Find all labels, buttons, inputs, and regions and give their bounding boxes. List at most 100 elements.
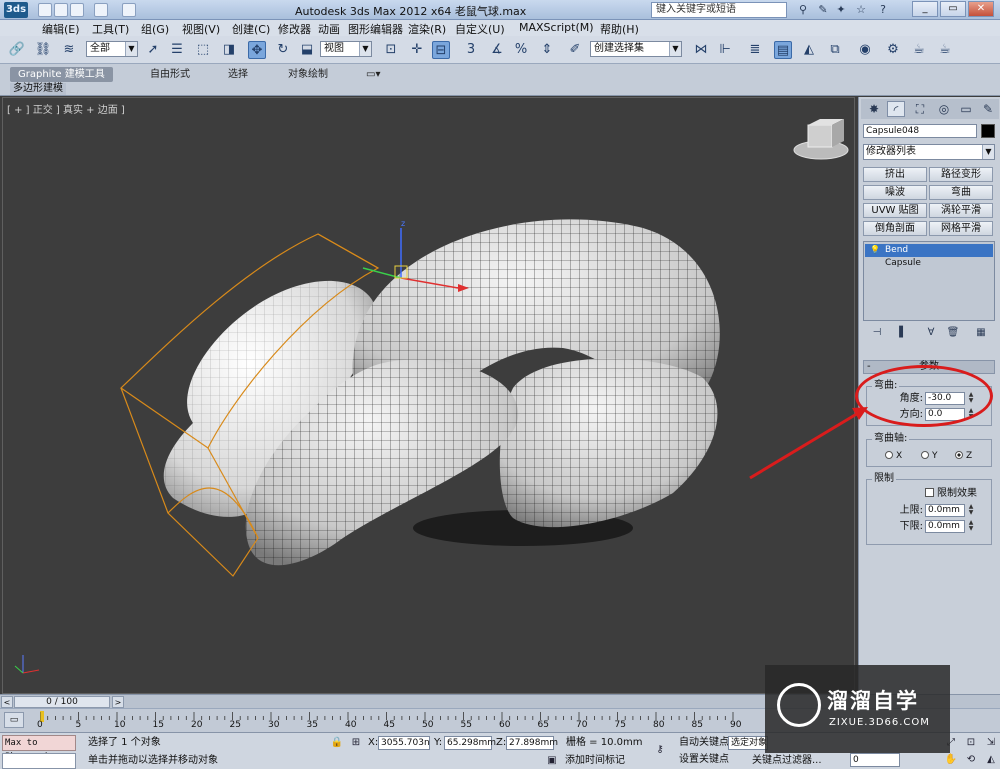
align-icon[interactable]: ⊩: [716, 41, 734, 59]
set-key-icon[interactable]: ⚷: [650, 743, 670, 757]
current-frame-field[interactable]: 0: [850, 753, 900, 767]
pan-icon[interactable]: ✋: [944, 753, 958, 767]
viewcube-icon[interactable]: [793, 119, 849, 160]
menu-create[interactable]: 创建(C): [232, 21, 270, 37]
add-time-tag[interactable]: 添加时间标记: [565, 754, 625, 768]
meshsmooth-button[interactable]: 网格平滑: [929, 221, 993, 236]
render-setup-icon[interactable]: ⚙: [884, 41, 902, 59]
selected-object-dropdown[interactable]: 选定对象: [728, 736, 768, 750]
auto-key-button[interactable]: 自动关键点: [676, 735, 732, 750]
menu-group[interactable]: 组(G): [141, 21, 169, 37]
menu-edit[interactable]: 编辑(E): [42, 21, 80, 37]
tab-graphite-modeling[interactable]: Graphite 建模工具: [10, 67, 113, 82]
perspective-viewport[interactable]: [ + ] 正交 ] 真实 + 边面 ] z: [2, 97, 855, 694]
binoculars-icon[interactable]: ⚲: [795, 2, 811, 18]
menu-views[interactable]: 视图(V): [182, 21, 220, 37]
edit-named-selection-icon[interactable]: ✐: [566, 41, 584, 59]
star-icon[interactable]: ☆: [853, 2, 869, 18]
display-tab-icon[interactable]: ▭: [957, 101, 975, 117]
lower-limit-spinner-arrows[interactable]: ▲ ▼: [967, 520, 975, 533]
rect-selection-icon[interactable]: ⬚: [194, 41, 212, 59]
tab-freeform[interactable]: 自由形式: [142, 67, 198, 82]
menu-help[interactable]: 帮助(H): [600, 21, 639, 37]
y-coordinate-field[interactable]: 65.298mm: [444, 736, 496, 750]
help-icon[interactable]: ?: [875, 2, 891, 18]
angle-snap-icon[interactable]: ∡: [488, 41, 506, 59]
right-capsule[interactable]: [499, 358, 718, 528]
object-name-field[interactable]: Capsule048: [863, 124, 977, 138]
turbosmooth-button[interactable]: 涡轮平滑: [929, 203, 993, 218]
hierarchy-tab-icon[interactable]: ⛶: [911, 101, 929, 117]
minimize-button[interactable]: _: [912, 1, 938, 17]
lock-selection-icon[interactable]: 🔒: [330, 736, 344, 750]
maximize-viewport-icon[interactable]: ⇲: [984, 736, 998, 750]
tab-object-paint[interactable]: 对象绘制: [280, 67, 336, 82]
maximize-button[interactable]: ▭: [940, 1, 966, 17]
select-scale-icon[interactable]: ⬓: [298, 41, 316, 59]
stack-item-capsule[interactable]: Capsule: [865, 257, 993, 270]
upper-limit-spinner-arrows[interactable]: ▲ ▼: [967, 504, 975, 517]
extrude-button[interactable]: 挤出: [863, 167, 927, 182]
tools-icon[interactable]: ✎: [815, 2, 831, 18]
app-logo-icon[interactable]: 3ds: [4, 2, 28, 18]
axis-y-radio[interactable]: Y: [921, 450, 938, 462]
set-key-button[interactable]: 设置关键点: [676, 752, 732, 767]
search-input[interactable]: 键入关键字或短语: [651, 2, 787, 18]
tab-selection[interactable]: 选择: [220, 67, 256, 82]
lower-limit-input[interactable]: 0.0mm: [925, 520, 965, 533]
menu-rendering[interactable]: 渲染(R): [408, 21, 446, 37]
window-crossing-icon[interactable]: ◨: [220, 41, 238, 59]
bend-button[interactable]: 弯曲: [929, 185, 993, 200]
selection-filter-dropdown[interactable]: 全部 ▼: [86, 41, 138, 57]
next-frame-button[interactable]: >: [112, 696, 124, 708]
maxscript-listener[interactable]: Max to Physcs (: [2, 735, 76, 762]
axis-x-radio[interactable]: X: [885, 450, 902, 462]
save-file-icon[interactable]: [70, 3, 84, 17]
mirror-icon[interactable]: ⋈: [692, 41, 710, 59]
field-of-view-icon[interactable]: ◭: [984, 753, 998, 767]
ribbon-panel-polygon-modeling[interactable]: 多边形建模: [10, 83, 66, 95]
z-coordinate-field[interactable]: 27.898mm: [506, 736, 558, 750]
bevel-profile-button[interactable]: 倒角剖面: [863, 221, 927, 236]
keyboard-shortcut-override-icon[interactable]: ⊟: [432, 41, 450, 59]
noise-button[interactable]: 噪波: [863, 185, 927, 200]
upper-limit-input[interactable]: 0.0mm: [925, 504, 965, 517]
path-deform-button[interactable]: 路径变形: [929, 167, 993, 182]
time-slider-thumb[interactable]: 0 / 100: [14, 696, 110, 708]
graphite-toggle-icon[interactable]: ▤: [774, 41, 792, 59]
modifier-list-dropdown[interactable]: 修改器列表 ▼: [863, 144, 995, 160]
link-icon[interactable]: 🔗: [8, 41, 26, 59]
uvw-map-button[interactable]: UVW 贴图: [863, 203, 927, 218]
schematic-view-icon[interactable]: ⧉: [826, 41, 844, 59]
menu-maxscript[interactable]: MAXScript(M): [519, 21, 594, 34]
maxscript-output[interactable]: [2, 753, 76, 769]
pin-stack-icon[interactable]: ⊣: [869, 325, 885, 341]
key-filters-button[interactable]: 关键点过滤器...: [752, 754, 822, 768]
menu-customize[interactable]: 自定义(U): [455, 21, 505, 37]
lightbulb-icon[interactable]: 💡: [870, 245, 880, 254]
undo-icon[interactable]: [94, 3, 108, 17]
orbit-icon[interactable]: ⟲: [964, 753, 978, 767]
snaps-toggle-icon[interactable]: 3: [462, 41, 480, 59]
x-coordinate-field[interactable]: 3055.703n: [378, 736, 430, 750]
stack-item-bend[interactable]: Bend: [865, 244, 993, 257]
show-end-result-icon[interactable]: ▌: [895, 325, 911, 341]
remove-modifier-icon[interactable]: 🗑: [945, 325, 961, 341]
make-unique-icon[interactable]: ∀: [923, 325, 939, 341]
bind-spacewarp-icon[interactable]: ≋: [60, 41, 78, 59]
select-object-icon[interactable]: ➚: [144, 41, 162, 59]
menu-animation[interactable]: 动画: [318, 21, 340, 37]
menu-tools[interactable]: 工具(T): [92, 21, 129, 37]
select-by-name-icon[interactable]: ☰: [168, 41, 186, 59]
pivot-center-icon[interactable]: ⊡: [382, 41, 400, 59]
percent-snap-icon[interactable]: %: [512, 41, 530, 59]
spinner-snap-icon[interactable]: ⇕: [538, 41, 556, 59]
material-editor-icon[interactable]: ◉: [856, 41, 874, 59]
named-selection-dropdown[interactable]: 创建选择集 ▼: [590, 41, 682, 57]
select-rotate-icon[interactable]: ↻: [274, 41, 292, 59]
motion-tab-icon[interactable]: ◎: [935, 101, 953, 117]
limit-effect-checkbox[interactable]: 限制效果: [925, 488, 977, 500]
select-move-icon[interactable]: ✥: [248, 41, 266, 59]
open-file-icon[interactable]: [54, 3, 68, 17]
curve-editor-icon[interactable]: ◭: [800, 41, 818, 59]
